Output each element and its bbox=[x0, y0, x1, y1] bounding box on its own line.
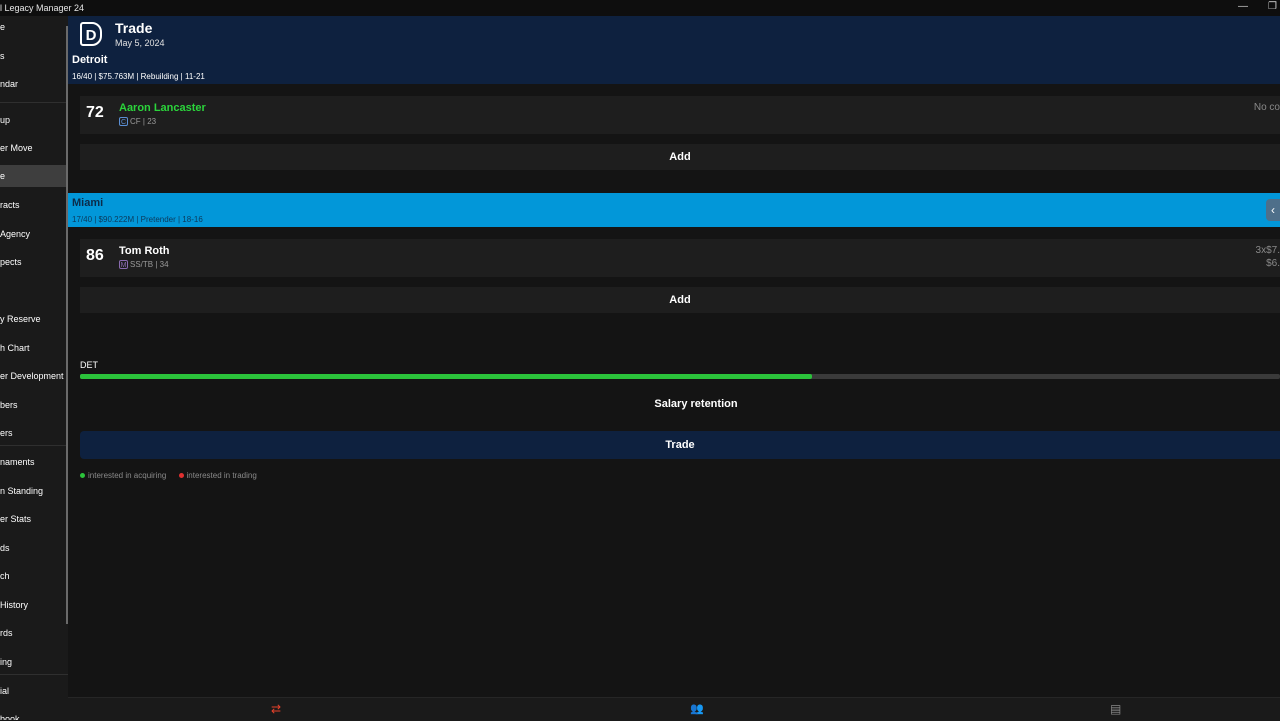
player-row-detroit[interactable]: 72 Aaron Lancaster C CF | 23 No co bbox=[80, 96, 1280, 134]
player-position-age: CF | 23 bbox=[130, 117, 157, 126]
sidebar-item[interactable]: naments bbox=[0, 451, 66, 473]
add-detroit-player-button[interactable]: Add bbox=[80, 144, 1280, 170]
legend-trading-label: interested in trading bbox=[186, 471, 257, 480]
sidebar-item[interactable]: ch bbox=[0, 565, 66, 587]
team-info-miami: 17/40 | $90.222M | Pretender | 18-16 bbox=[72, 215, 203, 224]
sidebar-item[interactable]: er Development bbox=[0, 365, 66, 387]
player-contract: No co bbox=[1253, 102, 1280, 113]
sidebar-item[interactable]: er Move bbox=[0, 137, 66, 159]
sidebar: e s ndar up er Move e racts Agency pects… bbox=[0, 16, 68, 720]
sidebar-item[interactable]: ing bbox=[0, 651, 66, 673]
page-date: May 5, 2024 bbox=[115, 38, 165, 48]
salary-retention-button[interactable]: Salary retention bbox=[80, 398, 1280, 410]
trade-balance-fill bbox=[80, 374, 812, 379]
player-position-age: SS/TB | 34 bbox=[130, 260, 169, 269]
main-content: D Trade May 5, 2024 Detroit 16/40 | $75.… bbox=[68, 16, 1280, 721]
sidebar-item[interactable]: pects bbox=[0, 251, 66, 273]
player-contract: 3x$7. bbox=[1255, 245, 1280, 256]
sidebar-item[interactable]: bers bbox=[0, 394, 66, 416]
add-miami-player-button[interactable]: Add bbox=[80, 287, 1280, 313]
player-meta: C CF | 23 bbox=[119, 117, 157, 127]
trade-header: D Trade May 5, 2024 Detroit 16/40 | $75.… bbox=[68, 16, 1280, 84]
sidebar-item[interactable]: y Reserve bbox=[0, 308, 66, 330]
player-row-miami[interactable]: 86 Tom Roth M SS/TB | 34 3x$7. $6. bbox=[80, 239, 1280, 277]
detroit-logo-icon: D bbox=[80, 22, 102, 46]
trade-balance-label: DET bbox=[80, 360, 98, 370]
sidebar-item[interactable]: h Chart bbox=[0, 337, 66, 359]
legend-acquiring: interested in acquiring bbox=[80, 471, 166, 480]
sidebar-item[interactable]: book bbox=[0, 708, 66, 720]
sidebar-divider bbox=[0, 445, 68, 446]
player-name[interactable]: Aaron Lancaster bbox=[119, 102, 206, 114]
page-title: Trade bbox=[115, 20, 153, 36]
sidebar-item[interactable]: racts bbox=[0, 194, 66, 216]
sidebar-divider bbox=[0, 674, 68, 675]
sidebar-item[interactable]: e bbox=[0, 16, 66, 38]
sidebar-item[interactable]: History bbox=[0, 594, 66, 616]
player-overall: 86 bbox=[86, 247, 104, 264]
sidebar-item[interactable]: ial bbox=[0, 680, 66, 702]
red-dot-icon bbox=[178, 473, 184, 479]
legend-trading: interested in trading bbox=[178, 471, 257, 480]
player-contract-value: $6. bbox=[1266, 258, 1280, 269]
trade-partner-header[interactable]: Miami 17/40 | $90.222M | Pretender | 18-… bbox=[68, 193, 1280, 227]
sidebar-item[interactable]: ers bbox=[0, 422, 66, 444]
team-logo-icon: M bbox=[119, 260, 128, 270]
legend-acquiring-label: interested in acquiring bbox=[88, 471, 167, 480]
minimize-icon[interactable]: — bbox=[1238, 0, 1248, 14]
sidebar-item[interactable]: s bbox=[0, 45, 66, 67]
player-name[interactable]: Tom Roth bbox=[119, 245, 170, 257]
title-bar: l Legacy Manager 24 — ❐ bbox=[0, 0, 1280, 16]
sidebar-item[interactable]: Agency bbox=[0, 223, 66, 245]
team-name-miami: Miami bbox=[72, 197, 104, 209]
player-meta: M SS/TB | 34 bbox=[119, 260, 169, 270]
team-info-detroit: 16/40 | $75.763M | Rebuilding | 11-21 bbox=[72, 72, 205, 81]
sidebar-item-trade[interactable]: e bbox=[0, 165, 66, 187]
team-name-detroit: Detroit bbox=[72, 54, 108, 66]
bottom-nav: ⇄ 👥 ▤ bbox=[68, 697, 1280, 721]
sidebar-item[interactable]: n Standing bbox=[0, 480, 66, 502]
sidebar-item[interactable]: ndar bbox=[0, 73, 66, 95]
trade-balance-bar bbox=[80, 374, 1280, 379]
player-overall: 72 bbox=[86, 104, 104, 121]
trade-button[interactable]: Trade bbox=[80, 431, 1280, 459]
sidebar-item[interactable]: er Stats bbox=[0, 508, 66, 530]
app-title: l Legacy Manager 24 bbox=[0, 3, 85, 13]
sidebar-item[interactable]: rds bbox=[0, 622, 66, 644]
sidebar-divider bbox=[0, 102, 68, 103]
sidebar-item[interactable] bbox=[0, 280, 66, 302]
green-dot-icon bbox=[80, 473, 85, 479]
sidebar-item[interactable]: ds bbox=[0, 537, 66, 559]
team-logo-icon: C bbox=[119, 117, 128, 127]
legend: interested in acquiring interested in tr… bbox=[80, 471, 267, 480]
roster-nav-icon[interactable]: 👥 bbox=[690, 702, 704, 716]
restore-icon[interactable]: ❐ bbox=[1268, 0, 1277, 14]
chevron-left-icon[interactable]: ‹ bbox=[1266, 199, 1280, 221]
book-nav-icon[interactable]: ▤ bbox=[1110, 702, 1121, 716]
trade-nav-icon[interactable]: ⇄ bbox=[271, 702, 281, 716]
sidebar-item[interactable]: up bbox=[0, 109, 66, 131]
